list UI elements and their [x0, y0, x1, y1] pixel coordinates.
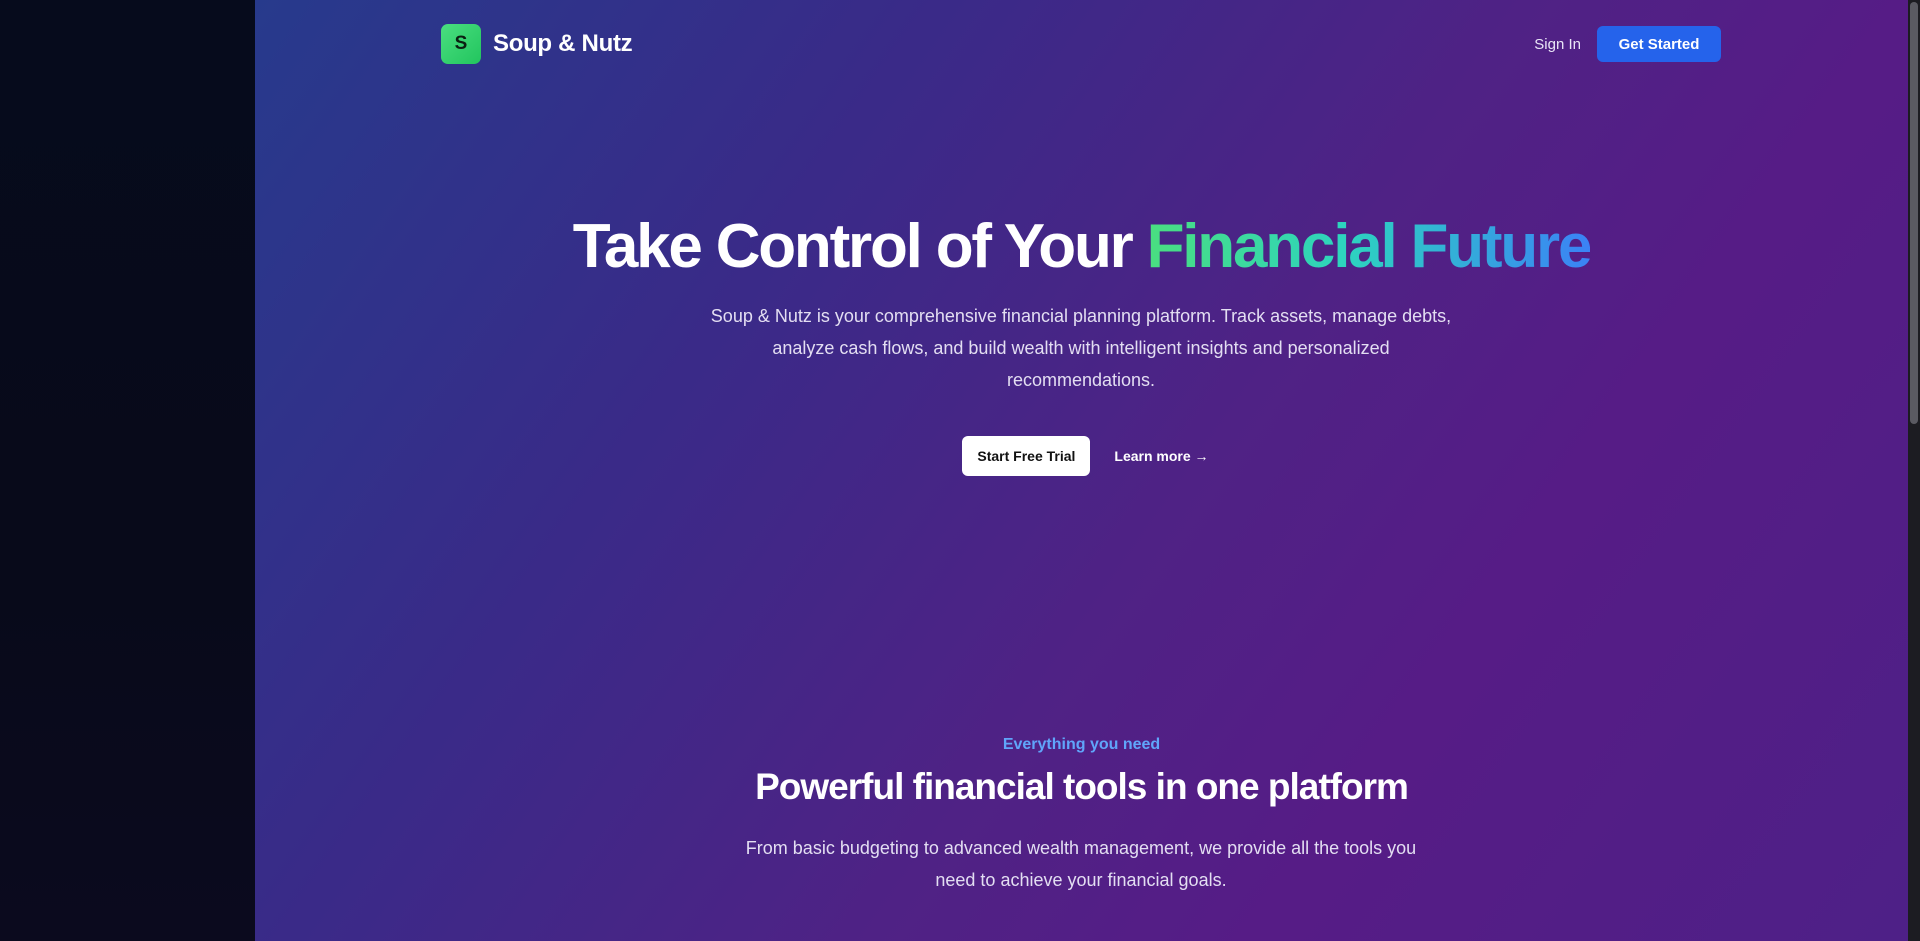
- brand-name: Soup & Nutz: [493, 30, 633, 57]
- logo-mark: S: [441, 24, 481, 64]
- features-subtitle: From basic budgeting to advanced wealth …: [745, 838, 1417, 890]
- hero-subtitle: Soup & Nutz is your comprehensive financ…: [710, 306, 1452, 390]
- hero-title-main: Take Control of Your: [572, 212, 1147, 281]
- header-nav: Sign In Get Started: [1534, 26, 1721, 62]
- landing-page: S Soup & Nutz Sign In Get Started Take C…: [255, 0, 1908, 941]
- brand-logo[interactable]: S Soup & Nutz: [441, 24, 633, 64]
- start-free-trial-button[interactable]: Start Free Trial: [962, 436, 1091, 476]
- features-title: Powerful financial tools in one platform: [755, 766, 1409, 807]
- learn-more-link[interactable]: Learn more →: [1114, 448, 1208, 464]
- site-header: S Soup & Nutz Sign In Get Started: [441, 24, 1721, 64]
- left-side-panel: [0, 0, 255, 941]
- hero-cta-row: Start Free Trial Learn more →: [255, 436, 1908, 476]
- sign-in-link[interactable]: Sign In: [1534, 36, 1581, 53]
- page-scrollbar[interactable]: [1908, 0, 1920, 941]
- features-eyebrow: Everything you need: [1002, 736, 1161, 753]
- hero-title: Take Control of Your Financial Future: [255, 212, 1908, 282]
- scrollbar-thumb[interactable]: [1910, 2, 1918, 424]
- get-started-button[interactable]: Get Started: [1597, 26, 1721, 62]
- hero-title-accent: Financial Future: [1146, 212, 1593, 281]
